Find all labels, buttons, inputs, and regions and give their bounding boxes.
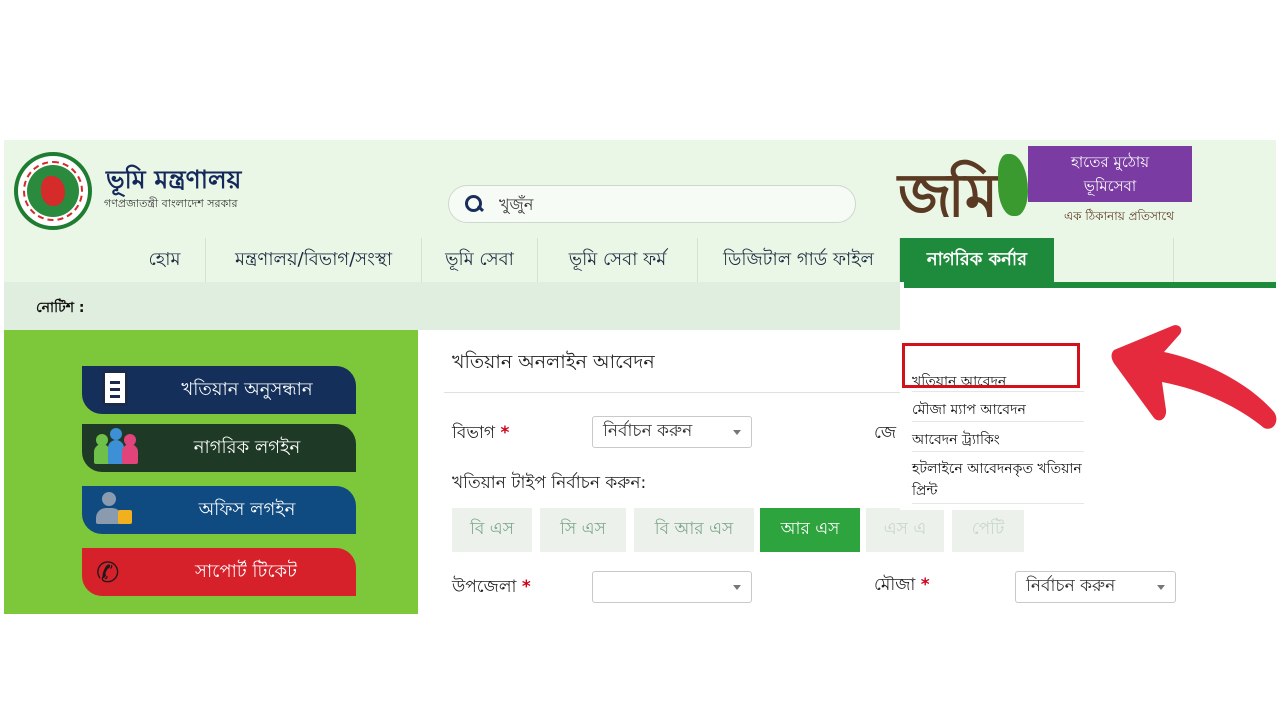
nav-active-strip <box>904 282 1276 288</box>
seal-ring <box>23 161 83 221</box>
tagline-line-2: ভূমিসেবা <box>1083 177 1137 195</box>
user-lock-icon <box>94 490 138 530</box>
citizen-login-label: নাগরিক লগইন <box>193 436 301 458</box>
chevron-down-icon <box>1157 585 1165 590</box>
division-select[interactable]: নির্বাচন করুন <box>592 416 752 448</box>
form-divider <box>444 392 904 393</box>
mouza-select[interactable]: নির্বাচন করুন <box>1015 571 1176 603</box>
dropdown-item-hotline-khatian-print[interactable]: হটলাইনে আবেদনকৃত খতিয়ান প্রিন্ট <box>912 458 1084 504</box>
quick-links-sidebar: খতিয়ান অনুসন্ধান নাগরিক লগইন অফিস লগইন … <box>4 330 418 614</box>
tagline-banner: হাতের মুঠোয় ভূমিসেবা <box>1028 146 1192 202</box>
nav-item-land-service[interactable]: ভূমি সেবা <box>422 238 538 282</box>
office-login-button[interactable]: অফিস লগইন <box>82 486 356 534</box>
search-bar[interactable] <box>448 185 856 223</box>
khatian-search-button[interactable]: খতিয়ান অনুসন্ধান <box>82 366 356 414</box>
support-ticket-button[interactable]: ✆ সাপোর্ট টিকেট <box>82 548 356 596</box>
highlight-box <box>902 343 1080 388</box>
annotation-arrow-icon <box>1111 325 1277 429</box>
site-header: ভূমি মন্ত্রণালয় গণপ্রজাতন্ত্রী বাংলাদেশ… <box>4 140 1276 238</box>
upazila-label: উপজেলা * <box>452 577 531 597</box>
main-nav: হোম মন্ত্রণালয়/বিভাগ/সংস্থা ভূমি সেবা ভ… <box>4 238 1276 288</box>
dropdown-item-application-tracking[interactable]: আবেদন ট্র্যাকিং <box>912 428 1084 452</box>
mouza-select-value: নির্বাচন করুন <box>1026 576 1116 596</box>
division-select-value: নির্বাচন করুন <box>603 421 693 441</box>
type-button-rs[interactable]: আর এস <box>760 508 860 552</box>
jomi-logo[interactable]: জমি <box>898 148 1032 232</box>
notice-bar: নোটিশ : <box>4 282 900 330</box>
nav-item-digital-guard-file[interactable]: ডিজিটাল গার্ড ফাইল <box>698 238 900 282</box>
tagline-small: এক ঠিকানায় প্রতিসাথে <box>1064 209 1174 223</box>
nav-item-land-service-form[interactable]: ভূমি সেবা ফর্ম <box>538 238 698 282</box>
screenshot: ভূমি মন্ত্রণালয় গণপ্রজাতন্ত্রী বাংলাদেশ… <box>0 0 1280 720</box>
upazila-select[interactable] <box>592 571 752 603</box>
government-seal-logo[interactable] <box>14 152 92 230</box>
office-login-label: অফিস লগইন <box>198 498 296 520</box>
bangladesh-map-icon <box>998 154 1028 216</box>
people-icon <box>94 428 138 468</box>
type-button-brs[interactable]: বি আর এস <box>634 508 754 552</box>
notice-label: নোটিশ : <box>36 300 85 316</box>
chevron-down-icon <box>733 430 741 435</box>
seal-emblem <box>23 161 83 221</box>
clipboard-icon <box>94 370 138 410</box>
division-label: বিভাগ * <box>452 423 510 443</box>
nav-item-citizen-corner[interactable]: নাগরিক কর্নার <box>900 238 1054 282</box>
khatian-type-label: খতিয়ান টাইপ নির্বাচন করুন: <box>452 473 647 493</box>
type-button-cs[interactable]: সি এস <box>540 508 626 552</box>
search-input[interactable] <box>499 194 819 214</box>
type-button-bs[interactable]: বি এস <box>452 508 532 552</box>
type-button-sa[interactable]: এস এ <box>866 508 944 552</box>
ministry-subtitle: গণপ্রজাতন্ত্রী বাংলাদেশ সরকার <box>104 197 238 210</box>
form-title: খতিয়ান অনলাইন আবেদন <box>452 351 655 373</box>
type-button-peti[interactable]: পেটি <box>952 508 1024 552</box>
jomi-logo-text: জমি <box>898 161 998 231</box>
khatian-search-label: খতিয়ান অনুসন্ধান <box>181 378 313 400</box>
citizen-login-button[interactable]: নাগরিক লগইন <box>82 424 356 472</box>
dropdown-item-mouza-map-application[interactable]: মৌজা ম্যাপ আবেদন <box>912 398 1084 422</box>
nav-item-ministry[interactable]: মন্ত্রণালয়/বিভাগ/সংস্থা <box>206 238 422 282</box>
nav-item-blank <box>1054 238 1174 282</box>
district-label: জে <box>874 423 897 443</box>
tagline-line-1: হাতের মুঠোয় <box>1070 153 1150 171</box>
support-ticket-label: সাপোর্ট টিকেট <box>195 560 297 582</box>
phone-icon: ✆ <box>96 555 120 589</box>
chevron-down-icon <box>733 585 741 590</box>
nav-item-home[interactable]: হোম <box>124 238 206 282</box>
mouza-label: মৌজা * <box>874 575 930 595</box>
search-icon[interactable] <box>463 193 485 215</box>
